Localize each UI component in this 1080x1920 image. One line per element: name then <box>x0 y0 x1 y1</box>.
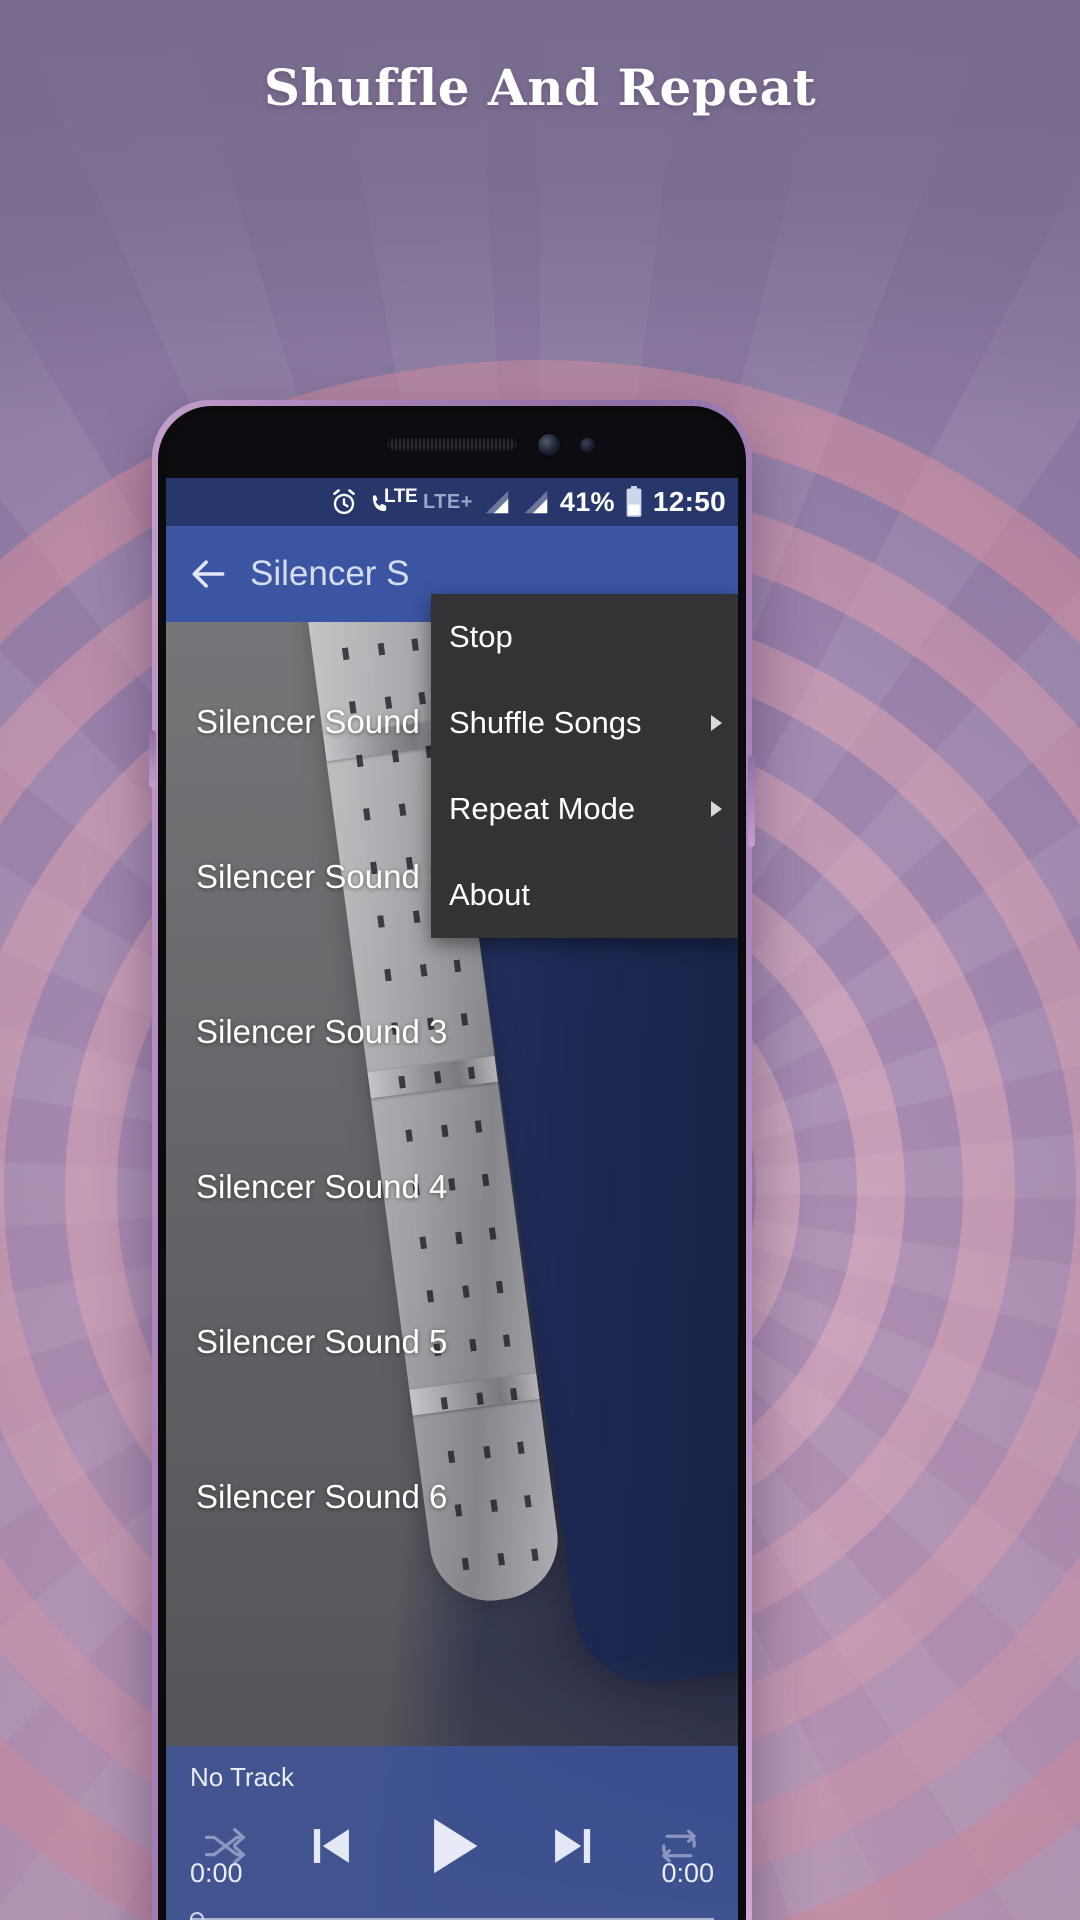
earpiece-speaker-icon <box>387 438 517 451</box>
phone-top-bezel <box>166 412 738 478</box>
phone-screen: LTE LTE+ 41% 12:50 Silencer S Silencer S… <box>166 478 738 1920</box>
front-sensor-icon <box>580 438 595 453</box>
status-bar-right: LTE LTE+ 41% 12:50 <box>329 486 726 518</box>
list-item[interactable]: Silencer Sound 5 <box>166 1264 738 1419</box>
battery-percent-label: 41% <box>559 486 615 517</box>
menu-item-stop[interactable]: Stop <box>431 594 738 680</box>
next-button[interactable] <box>543 1817 601 1875</box>
duration-label: 0:00 <box>661 1858 714 1888</box>
phone-power-button <box>748 755 755 847</box>
back-arrow-icon <box>192 560 225 588</box>
chevron-right-icon <box>711 715 722 731</box>
song-title: Silencer Sound 3 <box>196 1012 448 1050</box>
toolbar-title: Silencer S <box>250 554 410 593</box>
list-item[interactable]: Silencer Sound 6 <box>166 1419 738 1574</box>
menu-item-label: Repeat Mode <box>449 791 636 826</box>
menu-item-repeat-mode[interactable]: Repeat Mode <box>431 766 738 852</box>
back-button[interactable] <box>166 552 250 596</box>
menu-item-label: Stop <box>449 619 513 654</box>
lte-plus-label: LTE+ <box>422 490 473 513</box>
menu-item-label: About <box>449 877 531 912</box>
player-controls <box>166 1804 738 1888</box>
alarm-clock-icon <box>333 489 355 515</box>
list-item[interactable]: Silencer Sound 3 <box>166 954 738 1109</box>
page-title: Shuffle And Repeat <box>263 58 817 117</box>
front-camera-icon <box>538 434 560 456</box>
phone-lte-icon: LTE <box>368 486 418 517</box>
phone-volume-button <box>149 730 156 788</box>
list-item[interactable]: Silencer Sound 4 <box>166 1109 738 1264</box>
player-bar: No Track 0:00 0:00 <box>166 1746 738 1920</box>
song-title: Silencer Sound 5 <box>196 1322 448 1360</box>
status-bar-clock: 12:50 <box>652 486 726 517</box>
lte-badge-label: LTE <box>383 486 418 507</box>
chevron-right-icon <box>711 801 722 817</box>
song-title: Silencer Sound 2 <box>196 857 448 895</box>
battery-icon <box>626 486 642 517</box>
seek-bar[interactable] <box>190 1912 714 1920</box>
menu-item-label: Shuffle Songs <box>449 705 642 740</box>
signal-2-icon <box>524 490 548 514</box>
phone-body: LTE LTE+ 41% 12:50 Silencer S Silencer S… <box>158 406 746 1920</box>
menu-item-about[interactable]: About <box>431 852 738 938</box>
signal-1-icon <box>485 490 509 514</box>
seek-thumb[interactable] <box>190 1912 204 1920</box>
status-bar: LTE LTE+ 41% 12:50 <box>166 478 738 526</box>
play-icon <box>434 1818 478 1874</box>
track-name-label: No Track <box>190 1762 295 1792</box>
previous-button[interactable] <box>303 1817 361 1875</box>
phone-mockup: LTE LTE+ 41% 12:50 Silencer S Silencer S… <box>149 400 755 1920</box>
song-title: Silencer Sound 1 <box>196 702 448 740</box>
overflow-menu[interactable]: Stop Shuffle Songs Repeat Mode About <box>431 594 738 938</box>
next-icon <box>555 1829 591 1863</box>
elapsed-time-label: 0:00 <box>190 1858 243 1888</box>
menu-item-shuffle-songs[interactable]: Shuffle Songs <box>431 680 738 766</box>
play-button[interactable] <box>413 1807 491 1885</box>
previous-icon <box>313 1829 349 1863</box>
song-title: Silencer Sound 4 <box>196 1167 448 1205</box>
song-title: Silencer Sound 6 <box>196 1477 448 1515</box>
